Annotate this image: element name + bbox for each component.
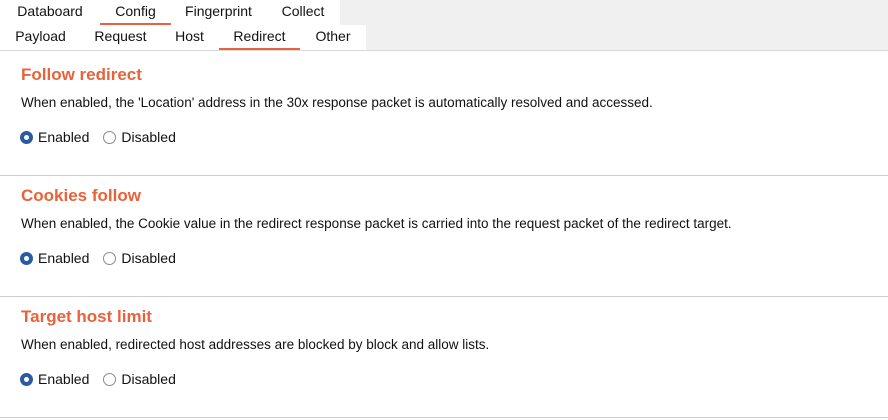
radio-group: Enabled Disabled: [20, 129, 190, 145]
tab-config[interactable]: Config: [100, 0, 171, 25]
radio-label: Disabled: [121, 250, 176, 266]
radio-group: Enabled Disabled: [20, 250, 190, 266]
divider: [0, 296, 888, 297]
enabled-radio[interactable]: Enabled: [20, 250, 89, 266]
section-title: Target host limit: [21, 307, 152, 326]
tab-collect[interactable]: Collect: [266, 0, 340, 25]
radio-unchecked-icon: [103, 251, 117, 265]
radio-label: Enabled: [38, 250, 90, 266]
radio-unchecked-icon: [103, 130, 117, 144]
radio-checked-icon: [20, 251, 33, 265]
radio-checked-icon: [20, 372, 33, 386]
radio-unchecked-icon: [103, 372, 117, 386]
radio-group: Enabled Disabled: [20, 371, 190, 387]
tab-fingerprint[interactable]: Fingerprint: [171, 0, 266, 25]
disabled-radio[interactable]: Disabled: [103, 250, 176, 266]
tab-databoard[interactable]: Databoard: [0, 0, 100, 25]
divider: [0, 175, 888, 176]
disabled-radio[interactable]: Disabled: [103, 371, 176, 387]
main-tab-bar: Databoard Config Fingerprint Collect: [0, 0, 888, 26]
tab-request[interactable]: Request: [81, 25, 160, 50]
radio-label: Enabled: [38, 371, 90, 387]
enabled-radio[interactable]: Enabled: [20, 129, 89, 145]
radio-label: Enabled: [38, 129, 90, 145]
tab-redirect[interactable]: Redirect: [219, 25, 300, 50]
tab-host[interactable]: Host: [160, 25, 219, 50]
tab-payload[interactable]: Payload: [0, 25, 81, 50]
section-description: When enabled, the 'Location' address in …: [21, 95, 653, 110]
sub-tab-bar: Payload Request Host Redirect Other: [0, 25, 888, 51]
section-title: Cookies follow: [21, 186, 141, 205]
radio-checked-icon: [20, 130, 33, 144]
tab-other[interactable]: Other: [300, 25, 366, 50]
disabled-radio[interactable]: Disabled: [103, 129, 176, 145]
radio-label: Disabled: [121, 129, 176, 145]
section-title: Follow redirect: [21, 65, 142, 84]
section-description: When enabled, the Cookie value in the re…: [21, 216, 732, 231]
section-description: When enabled, redirected host addresses …: [21, 337, 490, 352]
enabled-radio[interactable]: Enabled: [20, 371, 89, 387]
divider: [0, 417, 888, 418]
radio-label: Disabled: [121, 371, 176, 387]
